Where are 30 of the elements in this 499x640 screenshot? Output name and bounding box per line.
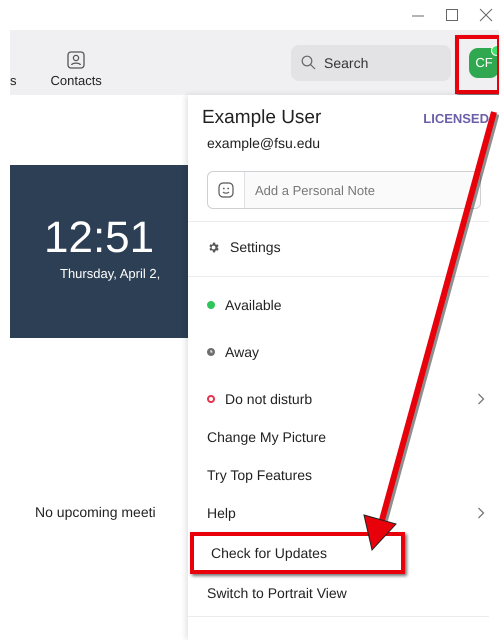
menu-item[interactable]: Change My Picture [188, 418, 489, 456]
menu-item[interactable]: Settings [188, 228, 489, 266]
chevron-right-icon [477, 507, 485, 519]
search-icon [301, 55, 316, 70]
menu-item[interactable]: Do not disturb [188, 380, 489, 418]
clock-date: Thursday, April 2, [60, 266, 160, 281]
menu-item[interactable]: Check for Updates [190, 532, 405, 574]
chevron-right-icon [477, 393, 485, 405]
menu-item[interactable]: Try Top Features [188, 456, 489, 494]
menu-item[interactable]: Available [188, 286, 489, 324]
user-name: Example User [202, 107, 322, 129]
status-ring-icon [207, 395, 215, 403]
clock-icon [207, 348, 215, 356]
maximize-icon[interactable] [445, 8, 459, 22]
clock-time: 12:51 [44, 216, 154, 260]
nav-tab[interactable]: Contacts [50, 40, 102, 88]
user-email: example@fsu.edu [206, 135, 322, 151]
close-icon[interactable] [479, 8, 493, 22]
menu-item[interactable]: Switch to Portrait View [188, 574, 489, 612]
personal-note-field[interactable]: Add a Personal Note [207, 171, 481, 209]
menu-item[interactable]: Away [188, 333, 489, 371]
status-dot-icon [207, 301, 215, 309]
contact-icon [67, 50, 86, 68]
smiley-icon [218, 182, 234, 198]
gear-icon [207, 240, 220, 254]
license-label: LICENSED [423, 111, 489, 126]
empty-meetings-text: No upcoming meeti [35, 504, 156, 520]
nav-tab[interactable]: s [10, 40, 16, 88]
search-field[interactable]: Search [291, 44, 451, 80]
menu-item[interactable]: Help [188, 494, 489, 532]
